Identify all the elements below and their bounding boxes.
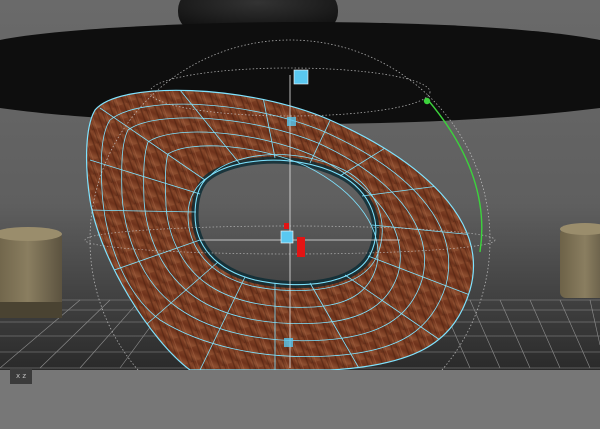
pivot-red-small <box>284 223 289 229</box>
pivot-handle <box>280 230 294 244</box>
right-post[interactable] <box>560 223 600 298</box>
top-handle <box>293 69 309 85</box>
axis-indicator: x z <box>10 369 32 384</box>
viewport-3d[interactable] <box>0 0 600 370</box>
viewport-canvas[interactable] <box>0 0 600 370</box>
lower-panel <box>0 370 600 429</box>
pivot-red-marker <box>297 237 305 257</box>
upper-handle <box>287 117 296 126</box>
green-axis-handle <box>423 97 431 105</box>
left-post[interactable] <box>0 227 62 318</box>
bottom-handle <box>284 338 293 347</box>
